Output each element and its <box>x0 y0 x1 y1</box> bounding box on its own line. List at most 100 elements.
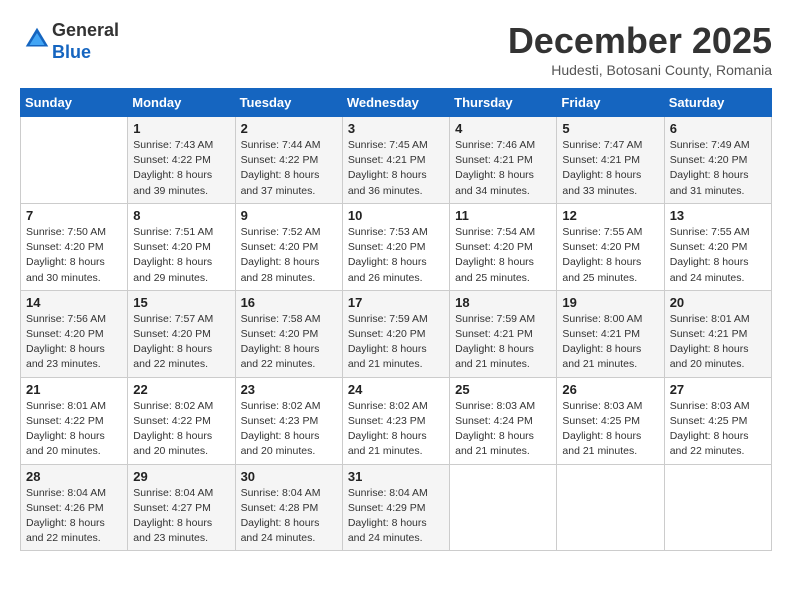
logo: General Blue <box>20 20 119 63</box>
calendar-cell: 25 Sunrise: 8:03 AM Sunset: 4:24 PM Dayli… <box>450 377 557 464</box>
calendar-cell: 15 Sunrise: 7:57 AM Sunset: 4:20 PM Dayli… <box>128 290 235 377</box>
logo-blue-text: Blue <box>52 42 119 64</box>
calendar-cell: 27 Sunrise: 8:03 AM Sunset: 4:25 PM Dayli… <box>664 377 771 464</box>
day-info: Sunrise: 7:55 AM Sunset: 4:20 PM Dayligh… <box>562 225 658 286</box>
day-info: Sunrise: 7:50 AM Sunset: 4:20 PM Dayligh… <box>26 225 122 286</box>
day-number: 3 <box>348 121 444 136</box>
day-info: Sunrise: 8:03 AM Sunset: 4:25 PM Dayligh… <box>562 399 658 460</box>
day-number: 21 <box>26 382 122 397</box>
calendar-cell: 31Sunrise: 8:04 AM Sunset: 4:29 PM Dayli… <box>342 464 449 551</box>
title-block: December 2025 Hudesti, Botosani County, … <box>508 20 772 78</box>
page-header: General Blue December 2025 Hudesti, Boto… <box>20 20 772 78</box>
day-number: 23 <box>241 382 337 397</box>
day-number: 25 <box>455 382 551 397</box>
calendar-cell: 5Sunrise: 7:47 AM Sunset: 4:21 PM Daylig… <box>557 117 664 204</box>
calendar-cell: 19 Sunrise: 8:00 AM Sunset: 4:21 PM Dayli… <box>557 290 664 377</box>
day-info: Sunrise: 7:55 AM Sunset: 4:20 PM Dayligh… <box>670 225 766 286</box>
day-number: 8 <box>133 208 229 223</box>
day-header-thursday: Thursday <box>450 89 557 117</box>
day-header-sunday: Sunday <box>21 89 128 117</box>
logo-general-text: General <box>52 20 119 42</box>
day-number: 11 <box>455 208 551 223</box>
calendar-week-row: 21 Sunrise: 8:01 AM Sunset: 4:22 PM Dayli… <box>21 377 772 464</box>
day-info: Sunrise: 7:52 AM Sunset: 4:20 PM Dayligh… <box>241 225 337 286</box>
day-info: Sunrise: 7:59 AM Sunset: 4:20 PM Dayligh… <box>348 312 444 373</box>
calendar-cell: 18 Sunrise: 7:59 AM Sunset: 4:21 PM Dayli… <box>450 290 557 377</box>
calendar-cell: 23 Sunrise: 8:02 AM Sunset: 4:23 PM Dayli… <box>235 377 342 464</box>
day-number: 20 <box>670 295 766 310</box>
logo-icon <box>22 24 52 54</box>
day-info: Sunrise: 8:04 AM Sunset: 4:27 PM Dayligh… <box>133 486 229 547</box>
day-header-monday: Monday <box>128 89 235 117</box>
calendar-cell: 11 Sunrise: 7:54 AM Sunset: 4:20 PM Dayli… <box>450 203 557 290</box>
day-number: 17 <box>348 295 444 310</box>
calendar-week-row: 1Sunrise: 7:43 AM Sunset: 4:22 PM Daylig… <box>21 117 772 204</box>
calendar-cell: 29 Sunrise: 8:04 AM Sunset: 4:27 PM Dayli… <box>128 464 235 551</box>
day-number: 1 <box>133 121 229 136</box>
day-number: 19 <box>562 295 658 310</box>
day-number: 2 <box>241 121 337 136</box>
day-info: Sunrise: 8:02 AM Sunset: 4:22 PM Dayligh… <box>133 399 229 460</box>
month-title: December 2025 <box>508 20 772 62</box>
calendar-header-row: SundayMondayTuesdayWednesdayThursdayFrid… <box>21 89 772 117</box>
day-number: 10 <box>348 208 444 223</box>
calendar-cell: 30Sunrise: 8:04 AM Sunset: 4:28 PM Dayli… <box>235 464 342 551</box>
day-info: Sunrise: 7:49 AM Sunset: 4:20 PM Dayligh… <box>670 138 766 199</box>
calendar-cell <box>664 464 771 551</box>
day-info: Sunrise: 7:54 AM Sunset: 4:20 PM Dayligh… <box>455 225 551 286</box>
calendar-cell: 17 Sunrise: 7:59 AM Sunset: 4:20 PM Dayli… <box>342 290 449 377</box>
day-number: 9 <box>241 208 337 223</box>
day-number: 14 <box>26 295 122 310</box>
calendar-week-row: 14 Sunrise: 7:56 AM Sunset: 4:20 PM Dayli… <box>21 290 772 377</box>
day-number: 6 <box>670 121 766 136</box>
calendar-cell: 24Sunrise: 8:02 AM Sunset: 4:23 PM Dayli… <box>342 377 449 464</box>
calendar-cell: 4Sunrise: 7:46 AM Sunset: 4:21 PM Daylig… <box>450 117 557 204</box>
day-number: 4 <box>455 121 551 136</box>
calendar-cell: 21 Sunrise: 8:01 AM Sunset: 4:22 PM Dayli… <box>21 377 128 464</box>
day-number: 27 <box>670 382 766 397</box>
day-info: Sunrise: 8:01 AM Sunset: 4:22 PM Dayligh… <box>26 399 122 460</box>
calendar-cell: 6 Sunrise: 7:49 AM Sunset: 4:20 PM Daylig… <box>664 117 771 204</box>
day-number: 5 <box>562 121 658 136</box>
calendar-table: SundayMondayTuesdayWednesdayThursdayFrid… <box>20 88 772 551</box>
day-info: Sunrise: 8:02 AM Sunset: 4:23 PM Dayligh… <box>241 399 337 460</box>
calendar-cell: 14 Sunrise: 7:56 AM Sunset: 4:20 PM Dayli… <box>21 290 128 377</box>
day-info: Sunrise: 7:58 AM Sunset: 4:20 PM Dayligh… <box>241 312 337 373</box>
calendar-cell: 26 Sunrise: 8:03 AM Sunset: 4:25 PM Dayli… <box>557 377 664 464</box>
calendar-cell: 16 Sunrise: 7:58 AM Sunset: 4:20 PM Dayli… <box>235 290 342 377</box>
day-number: 16 <box>241 295 337 310</box>
calendar-cell: 1Sunrise: 7:43 AM Sunset: 4:22 PM Daylig… <box>128 117 235 204</box>
day-info: Sunrise: 8:03 AM Sunset: 4:25 PM Dayligh… <box>670 399 766 460</box>
calendar-cell: 8Sunrise: 7:51 AM Sunset: 4:20 PM Daylig… <box>128 203 235 290</box>
day-info: Sunrise: 8:03 AM Sunset: 4:24 PM Dayligh… <box>455 399 551 460</box>
day-number: 22 <box>133 382 229 397</box>
calendar-cell: 7Sunrise: 7:50 AM Sunset: 4:20 PM Daylig… <box>21 203 128 290</box>
day-number: 18 <box>455 295 551 310</box>
day-number: 26 <box>562 382 658 397</box>
calendar-cell <box>450 464 557 551</box>
calendar-cell: 28 Sunrise: 8:04 AM Sunset: 4:26 PM Dayli… <box>21 464 128 551</box>
day-info: Sunrise: 7:44 AM Sunset: 4:22 PM Dayligh… <box>241 138 337 199</box>
day-info: Sunrise: 7:53 AM Sunset: 4:20 PM Dayligh… <box>348 225 444 286</box>
calendar-week-row: 28 Sunrise: 8:04 AM Sunset: 4:26 PM Dayli… <box>21 464 772 551</box>
day-number: 15 <box>133 295 229 310</box>
day-number: 30 <box>241 469 337 484</box>
day-info: Sunrise: 8:02 AM Sunset: 4:23 PM Dayligh… <box>348 399 444 460</box>
day-info: Sunrise: 8:04 AM Sunset: 4:26 PM Dayligh… <box>26 486 122 547</box>
day-info: Sunrise: 7:59 AM Sunset: 4:21 PM Dayligh… <box>455 312 551 373</box>
day-number: 13 <box>670 208 766 223</box>
day-info: Sunrise: 7:56 AM Sunset: 4:20 PM Dayligh… <box>26 312 122 373</box>
day-info: Sunrise: 7:57 AM Sunset: 4:20 PM Dayligh… <box>133 312 229 373</box>
calendar-cell: 3Sunrise: 7:45 AM Sunset: 4:21 PM Daylig… <box>342 117 449 204</box>
day-number: 29 <box>133 469 229 484</box>
calendar-cell: 13 Sunrise: 7:55 AM Sunset: 4:20 PM Dayli… <box>664 203 771 290</box>
day-header-saturday: Saturday <box>664 89 771 117</box>
day-number: 28 <box>26 469 122 484</box>
day-info: Sunrise: 8:00 AM Sunset: 4:21 PM Dayligh… <box>562 312 658 373</box>
calendar-cell: 2 Sunrise: 7:44 AM Sunset: 4:22 PM Daylig… <box>235 117 342 204</box>
calendar-week-row: 7Sunrise: 7:50 AM Sunset: 4:20 PM Daylig… <box>21 203 772 290</box>
day-number: 31 <box>348 469 444 484</box>
day-header-tuesday: Tuesday <box>235 89 342 117</box>
day-info: Sunrise: 8:01 AM Sunset: 4:21 PM Dayligh… <box>670 312 766 373</box>
calendar-cell: 9 Sunrise: 7:52 AM Sunset: 4:20 PM Daylig… <box>235 203 342 290</box>
